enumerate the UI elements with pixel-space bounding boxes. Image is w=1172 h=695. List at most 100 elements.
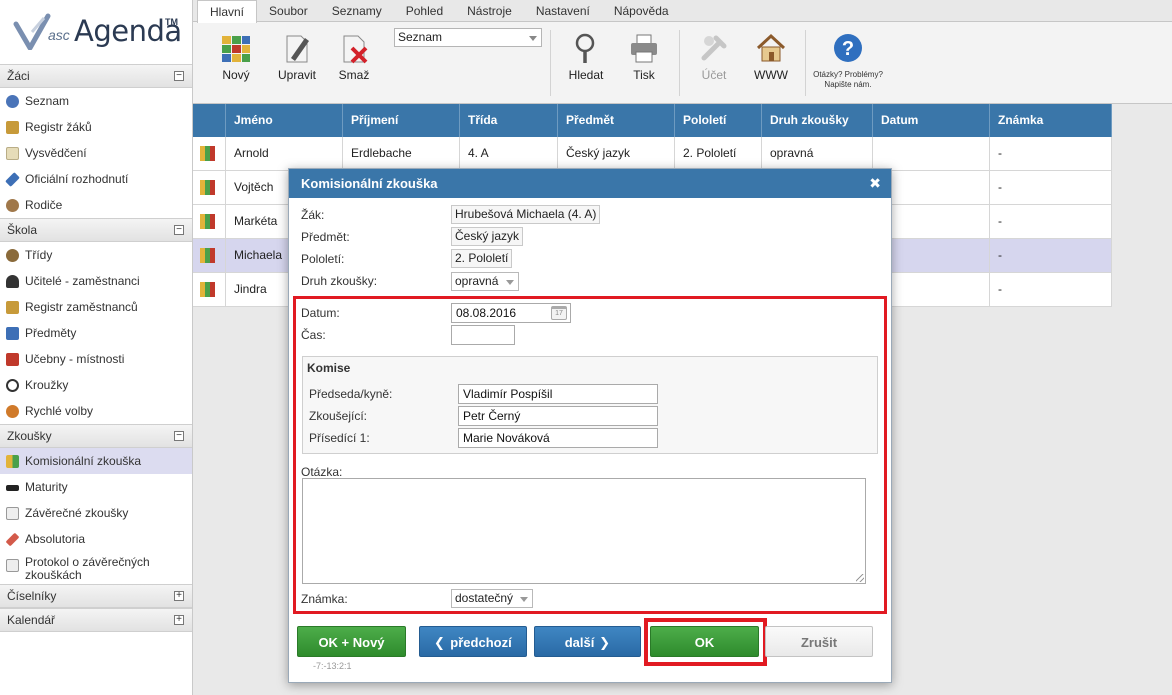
sidebar-item-zaverecne-zkousky[interactable]: Závěrečné zkoušky: [0, 500, 192, 526]
chevron-down-icon: [529, 36, 537, 41]
classroom-icon: [6, 353, 19, 366]
column-header-icon[interactable]: [193, 104, 226, 137]
collapse-icon[interactable]: −: [174, 225, 184, 235]
sidebar-item-seznam[interactable]: Seznam: [0, 88, 192, 114]
section-title: Žáci: [7, 69, 30, 83]
people-icon: [6, 405, 19, 418]
exam-type-select[interactable]: opravná: [451, 272, 519, 291]
sidebar-item-protokol[interactable]: Protokol o závěrečných zkouškách: [0, 552, 192, 584]
sidebar-item-vysvedceni[interactable]: Vysvědčení: [0, 140, 192, 166]
graduation-cap-icon: [6, 485, 19, 491]
column-header-jmeno[interactable]: Jméno: [226, 104, 343, 137]
sidebar-item-predmety[interactable]: Předměty: [0, 320, 192, 346]
sidebar-item-absolutoria[interactable]: Absolutoria: [0, 526, 192, 552]
sidebar-item-tridy[interactable]: Třídy: [0, 242, 192, 268]
help-button[interactable]: ?: [830, 32, 866, 68]
sidebar-item-komisionalni-zkouska[interactable]: Komisionální zkouška: [0, 448, 192, 474]
tab-pohled[interactable]: Pohled: [394, 0, 455, 21]
section-kalendar[interactable]: Kalendář +: [0, 608, 192, 632]
cell-prijmeni: Erdlebache: [343, 137, 460, 170]
sidebar-item-registr-zaku[interactable]: Registr žáků: [0, 114, 192, 140]
teacher-icon: [6, 275, 19, 288]
cell-row-icon: [193, 137, 226, 170]
edit-document-icon: [6, 507, 19, 520]
user-icon: [6, 95, 19, 108]
expand-icon[interactable]: +: [174, 615, 184, 625]
new-button[interactable]: Nový: [219, 32, 253, 82]
student-value: Hrubešová Michaela (4. A): [451, 205, 601, 224]
tab-soubor[interactable]: Soubor: [257, 0, 320, 21]
view-select[interactable]: Seznam: [394, 28, 542, 47]
edit-button[interactable]: Upravit: [275, 32, 319, 82]
toolbar-separator: [679, 30, 680, 96]
column-header-druh[interactable]: Druh zkoušky: [762, 104, 873, 137]
sidebar-item-oficialni-rozhodnuti[interactable]: Oficiální rozhodnutí: [0, 166, 192, 192]
cancel-button[interactable]: Zrušit: [765, 626, 873, 657]
ribbon-toolbar: Hlavní Soubor Seznamy Pohled Nástroje Na…: [193, 0, 1172, 104]
sidebar-item-rodice[interactable]: Rodiče: [0, 192, 192, 218]
class-icon: [6, 249, 19, 262]
column-header-znamka[interactable]: Známka: [990, 104, 1112, 137]
expand-icon[interactable]: +: [174, 591, 184, 601]
delete-button[interactable]: Smaž: [336, 32, 372, 82]
ball-icon: [6, 379, 19, 392]
tab-hlavni[interactable]: Hlavní: [197, 0, 258, 23]
dialog-title: Komisionální zkouška: [301, 176, 438, 191]
collapse-icon[interactable]: −: [174, 71, 184, 81]
tab-nastroje[interactable]: Nástroje: [455, 0, 524, 21]
help-text[interactable]: Otázky? Problémy? Napište nám.: [813, 70, 883, 90]
column-header-pololeti[interactable]: Pololetí: [675, 104, 762, 137]
print-button[interactable]: Tisk: [627, 32, 661, 82]
subject-label: Předmět:: [301, 230, 350, 244]
cell-jmeno: Arnold: [226, 137, 343, 170]
cell-znamka: -: [990, 205, 1112, 238]
magnifier-icon: [575, 33, 595, 63]
tab-seznamy[interactable]: Seznamy: [320, 0, 394, 21]
sidebar-item-krouzky[interactable]: Kroužky: [0, 372, 192, 398]
account-button[interactable]: Účet: [697, 32, 731, 82]
ok-new-button[interactable]: OK + Nový: [297, 626, 406, 657]
tab-napoveda[interactable]: Nápověda: [602, 0, 681, 21]
cell-druh: opravná: [762, 137, 873, 170]
exam-grid-icon: [200, 282, 215, 297]
next-button[interactable]: další ❯: [534, 626, 641, 657]
cell-pololeti: 2. Pololetí: [675, 137, 762, 170]
cell-znamka: -: [990, 171, 1112, 204]
exam-grid-icon: [6, 455, 19, 468]
cell-row-icon: [193, 273, 226, 306]
column-header-datum[interactable]: Datum: [873, 104, 990, 137]
house-icon: [756, 33, 786, 62]
dialog-title-bar[interactable]: Komisionální zkouška ✖: [289, 169, 891, 198]
term-value: 2. Pololetí: [451, 249, 513, 268]
help-question-icon: ?: [834, 34, 862, 62]
cell-trida: 4. A: [460, 137, 558, 170]
www-button[interactable]: WWW: [753, 32, 789, 82]
close-icon[interactable]: ✖: [869, 169, 881, 198]
toolbar-separator: [550, 30, 551, 96]
previous-button[interactable]: ❮ předchozí: [419, 626, 527, 657]
term-label: Pololetí:: [301, 252, 345, 266]
tab-nastaveni[interactable]: Nastavení: [524, 0, 602, 21]
printer-icon: [631, 34, 657, 63]
exam-grid-icon: [200, 248, 215, 263]
logo-tm: TM: [165, 17, 178, 27]
collapse-icon[interactable]: −: [174, 431, 184, 441]
table-row[interactable]: Arnold Erdlebache 4. A Český jazyk 2. Polole…: [193, 137, 1112, 171]
column-header-predmet[interactable]: Předmět: [558, 104, 675, 137]
section-zaci[interactable]: Žáci −: [0, 64, 192, 88]
section-ciselniky[interactable]: Číselníky +: [0, 584, 192, 608]
sidebar-item-ucitele[interactable]: Učitelé - zaměstnanci: [0, 268, 192, 294]
column-header-trida[interactable]: Třída: [460, 104, 558, 137]
search-button[interactable]: Hledat: [565, 32, 607, 82]
sidebar-item-rychle-volby[interactable]: Rychlé volby: [0, 398, 192, 424]
cell-znamka: -: [990, 137, 1112, 170]
svg-text:?: ?: [842, 38, 854, 60]
sidebar-item-registr-zamestnancu[interactable]: Registr zaměstnanců: [0, 294, 192, 320]
document-icon: [6, 147, 19, 160]
section-skola[interactable]: Škola −: [0, 218, 192, 242]
sidebar-item-maturity[interactable]: Maturity: [0, 474, 192, 500]
section-zkousky[interactable]: Zkoušky −: [0, 424, 192, 448]
sidebar-item-ucebny[interactable]: Učebny - místnosti: [0, 346, 192, 372]
chevron-left-icon: ❮: [434, 635, 445, 650]
column-header-prijmeni[interactable]: Příjmení: [343, 104, 460, 137]
